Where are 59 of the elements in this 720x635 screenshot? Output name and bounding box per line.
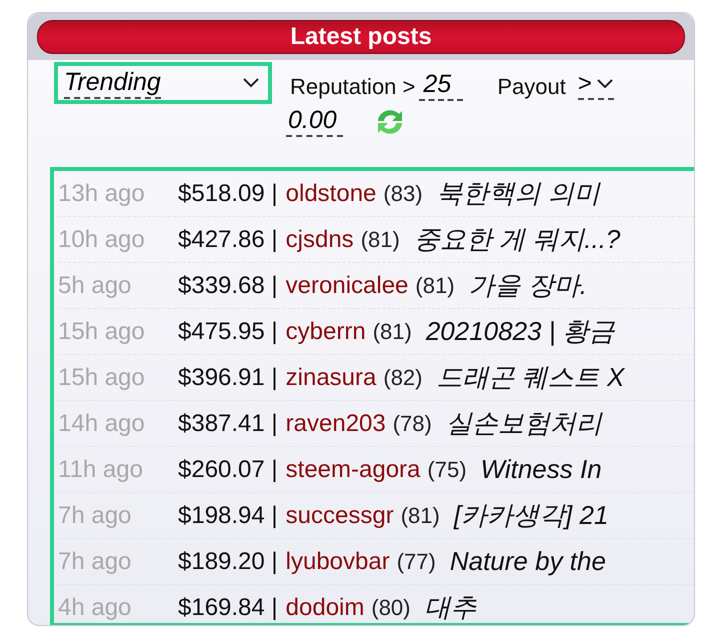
- post-title-link[interactable]: [카카생각] 21: [454, 498, 608, 533]
- post-age: 7h ago: [58, 502, 132, 530]
- reputation-input[interactable]: 25: [419, 70, 464, 101]
- reputation-label: Reputation >: [290, 74, 416, 100]
- post-title-link[interactable]: Witness In: [480, 454, 602, 485]
- post-age: 10h ago: [58, 226, 146, 254]
- author-reputation: (81): [372, 318, 412, 344]
- post-title-link[interactable]: 가을 장마.: [468, 268, 587, 303]
- payout-dropdown[interactable]: >: [578, 70, 614, 100]
- post-payout: $189.20 |: [178, 548, 278, 576]
- author-link[interactable]: oldstone: [286, 180, 376, 208]
- post-age: 7h ago: [58, 548, 132, 576]
- author-link[interactable]: cyberrn: [286, 318, 366, 346]
- post-payout: $198.94 |: [178, 502, 278, 530]
- author-link[interactable]: dodoim: [286, 594, 364, 622]
- panel-title: Latest posts: [37, 20, 685, 54]
- post-age: 15h ago: [58, 318, 146, 346]
- author-link[interactable]: cjsdns: [286, 226, 354, 254]
- post-payout: $427.86 |: [178, 226, 278, 254]
- author-reputation: (81): [415, 272, 455, 298]
- post-title-link[interactable]: Nature by the: [450, 546, 606, 577]
- chevron-icon: [242, 77, 260, 89]
- author-reputation: (81): [400, 502, 440, 528]
- post-title-link[interactable]: 20210823 | 황금: [426, 314, 615, 349]
- post-title-link[interactable]: 대추: [424, 590, 476, 623]
- post-title-link[interactable]: 중요한 게 뭐지...?: [414, 222, 620, 257]
- post-title-link[interactable]: 실손보험처리: [446, 406, 602, 441]
- post-age: 11h ago: [58, 456, 144, 484]
- author-reputation: (82): [383, 364, 422, 390]
- author-link[interactable]: zinasura: [286, 364, 376, 392]
- author-link[interactable]: steem-agora: [286, 456, 420, 484]
- payout-label: Payout: [497, 74, 566, 100]
- sort-dropdown[interactable]: Trending: [54, 62, 272, 104]
- author-link[interactable]: raven203: [286, 410, 386, 438]
- author-link[interactable]: successgr: [286, 502, 394, 530]
- author-reputation: (75): [427, 456, 467, 482]
- post-age: 15h ago: [58, 364, 146, 392]
- post-payout: $475.95 |: [178, 318, 278, 346]
- author-link[interactable]: lyubovbar: [286, 548, 390, 576]
- author-reputation: (77): [396, 548, 436, 574]
- post-payout: $260.07 |: [178, 456, 278, 484]
- post-payout: $387.41 |: [178, 410, 278, 438]
- author-link[interactable]: veronicalee: [286, 272, 408, 300]
- post-age: 5h ago: [58, 272, 132, 300]
- post-payout: $339.68 |: [178, 272, 278, 300]
- author-reputation: (81): [360, 226, 400, 252]
- post-payout: $169.84 |: [178, 594, 278, 622]
- payout-input[interactable]: 0.00: [286, 106, 343, 137]
- post-payout: $396.91 |: [178, 364, 278, 392]
- author-reputation: (78): [392, 410, 432, 436]
- author-reputation: (80): [371, 594, 410, 620]
- chevron-icon: [596, 78, 614, 90]
- post-title-link[interactable]: 드래곤 퀘스트 X: [436, 360, 624, 395]
- author-reputation: (83): [383, 180, 423, 206]
- post-age: 13h ago: [58, 180, 146, 208]
- post-age: 4h ago: [58, 594, 132, 622]
- post-payout: $518.09 |: [178, 180, 278, 208]
- post-title-link[interactable]: 북한핵의 의미: [436, 176, 600, 211]
- post-age: 14h ago: [58, 410, 146, 438]
